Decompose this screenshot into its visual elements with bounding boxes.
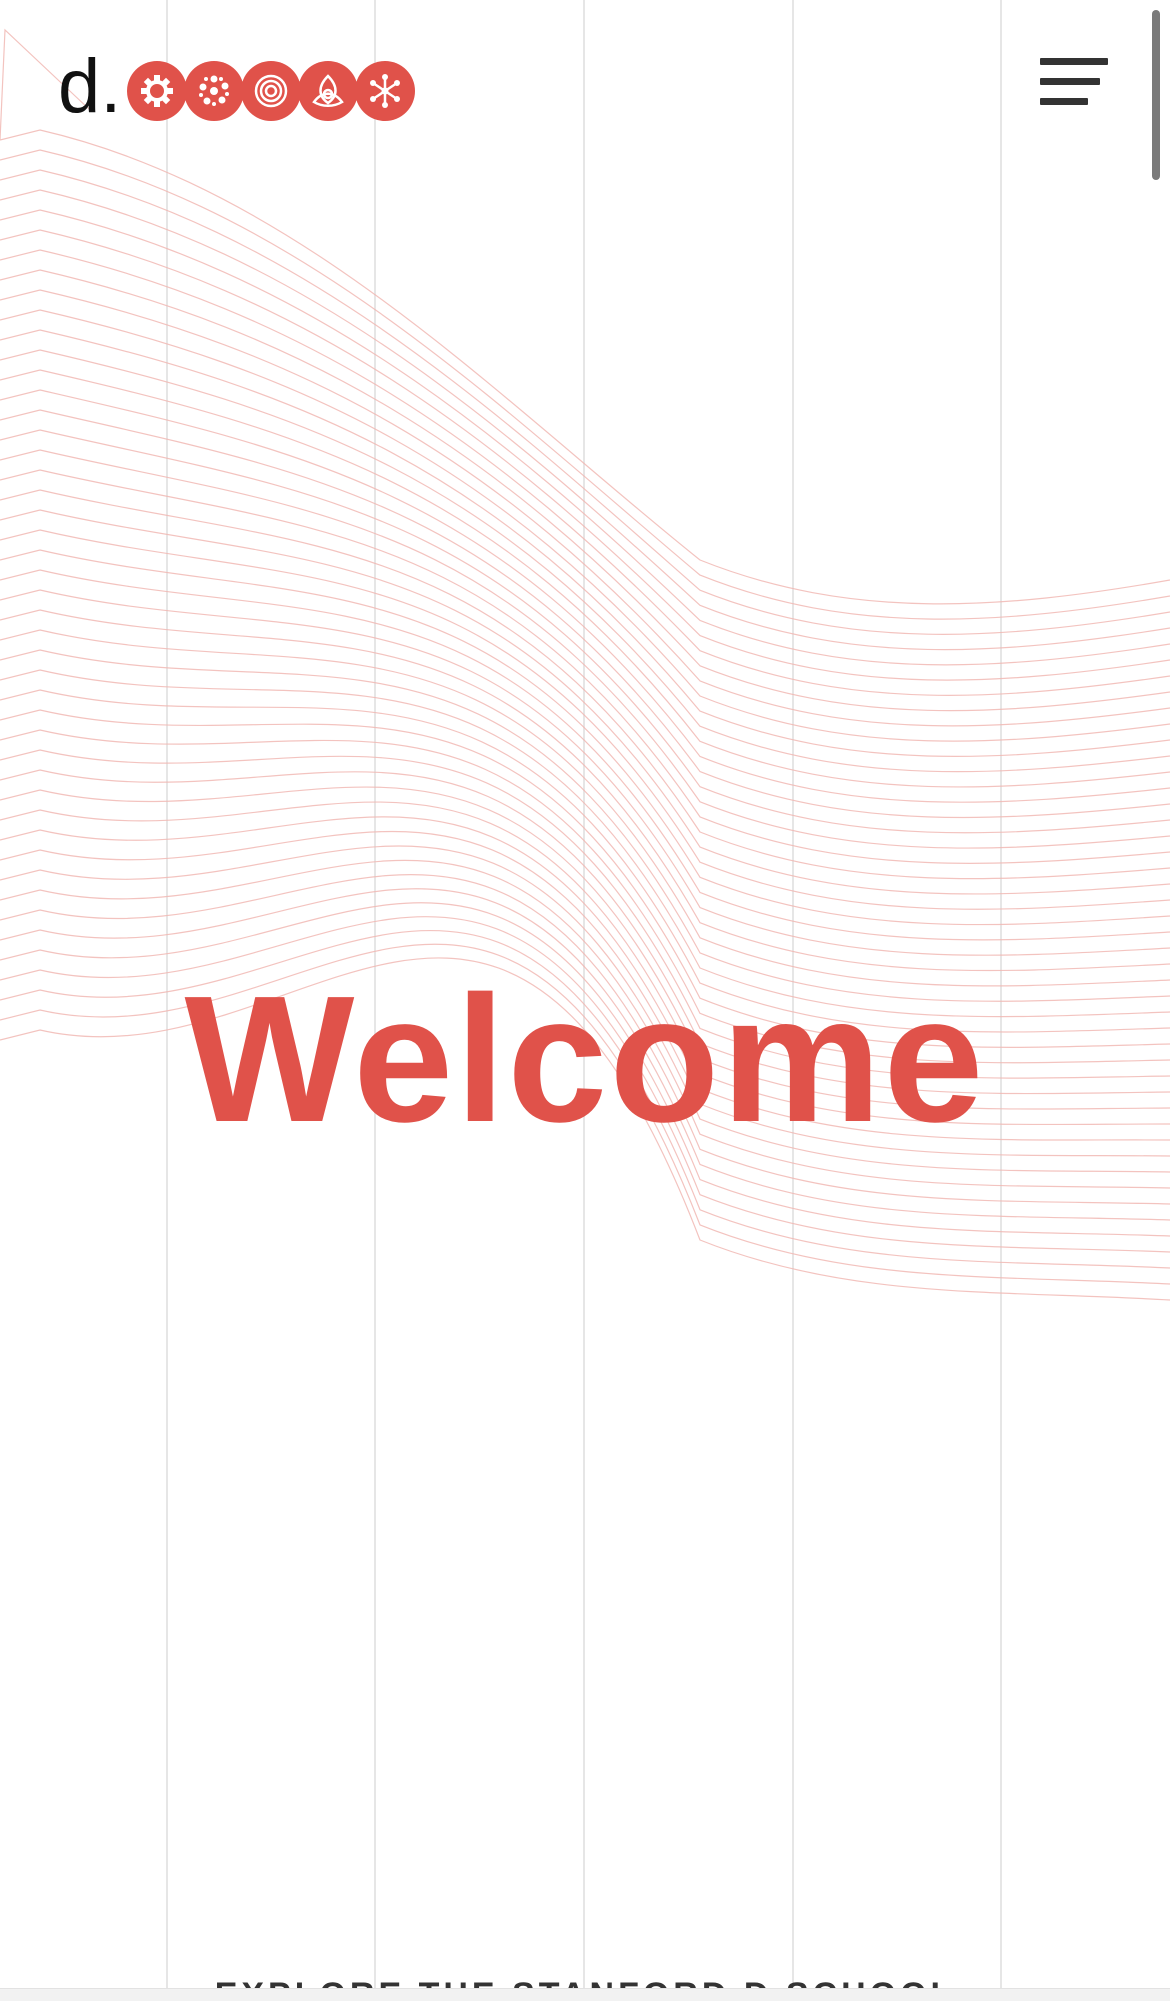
wave-line bbox=[0, 289, 1170, 727]
wave-line bbox=[0, 649, 1170, 1002]
logo-wordmark: d. bbox=[58, 44, 122, 129]
wave-line bbox=[0, 609, 1170, 972]
wave-line bbox=[0, 629, 1170, 987]
wave-line bbox=[0, 349, 1170, 773]
wave-line bbox=[0, 389, 1170, 803]
wave-line bbox=[0, 189, 1170, 651]
triquetra-icon bbox=[298, 61, 359, 121]
wave-line bbox=[0, 449, 1170, 849]
wave-line bbox=[0, 329, 1170, 757]
menu-bar bbox=[1040, 78, 1100, 85]
wave-line bbox=[0, 169, 1170, 635]
wave-line bbox=[0, 549, 1170, 926]
wave-line bbox=[0, 149, 1170, 620]
wave-line bbox=[0, 369, 1170, 788]
wave-line bbox=[0, 509, 1170, 895]
wave-line bbox=[0, 229, 1170, 681]
wave-line bbox=[0, 489, 1170, 880]
hamburger-menu-icon[interactable] bbox=[1036, 56, 1112, 112]
wave-line bbox=[0, 529, 1170, 910]
wave-line bbox=[0, 249, 1170, 696]
cluster-icon bbox=[184, 61, 245, 121]
scrollbar-thumb[interactable] bbox=[1152, 10, 1160, 180]
wave-line bbox=[0, 409, 1170, 819]
page: d. Welcome bbox=[0, 0, 1170, 2001]
menu-bar bbox=[1040, 98, 1088, 105]
network-icon bbox=[355, 61, 416, 121]
wave-line bbox=[0, 209, 1170, 666]
target-icon bbox=[241, 61, 302, 121]
background-waves bbox=[0, 28, 1170, 1301]
bottom-edge bbox=[0, 1988, 1170, 2001]
wave-line bbox=[0, 129, 1170, 605]
wave-line bbox=[0, 429, 1170, 834]
wave-line bbox=[0, 589, 1170, 956]
wave-line bbox=[0, 569, 1170, 941]
wave-line bbox=[0, 269, 1170, 712]
hero-title: Welcome bbox=[184, 959, 986, 1160]
gear-icon bbox=[127, 61, 188, 121]
dschool-logo[interactable]: d. bbox=[58, 49, 416, 126]
menu-bar bbox=[1040, 58, 1108, 65]
wave-line bbox=[0, 469, 1170, 864]
wave-line bbox=[0, 309, 1170, 742]
logo-circles bbox=[127, 61, 416, 121]
